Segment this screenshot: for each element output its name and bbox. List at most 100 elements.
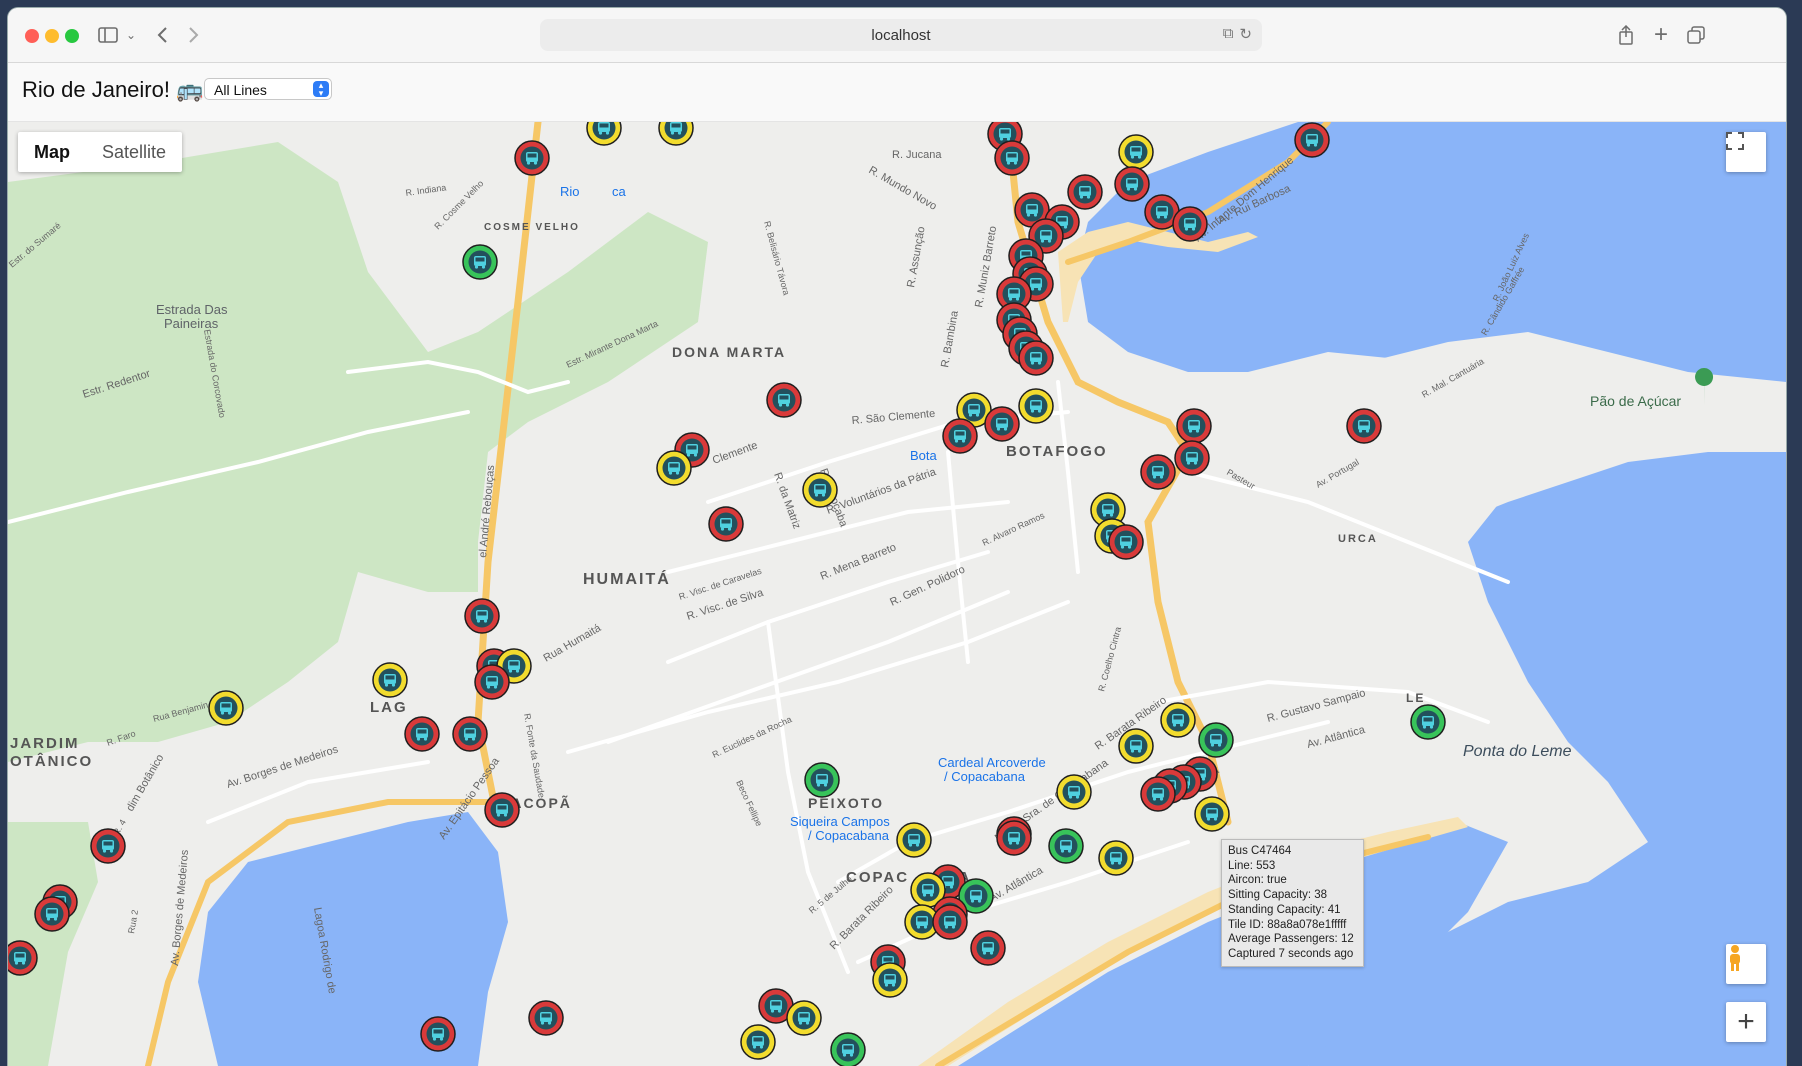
street-atlantica-3: Av. Atlântica xyxy=(1306,724,1367,751)
line-filter-value: All Lines xyxy=(214,82,267,98)
bus-marker[interactable] xyxy=(786,1000,822,1036)
tab-overview-icon[interactable] xyxy=(1686,22,1706,48)
address-bar[interactable]: localhost ⧉ ↻ xyxy=(540,19,1262,51)
street-beco-fellipe: Beco Fellipe xyxy=(734,779,764,828)
bus-marker[interactable] xyxy=(872,962,908,998)
bus-marker[interactable] xyxy=(484,792,520,828)
street-mena-barreto: R. Mena Barreto xyxy=(819,541,898,582)
bus-marker[interactable] xyxy=(474,664,510,700)
new-tab-icon[interactable]: + xyxy=(1651,21,1671,48)
bus-marker[interactable] xyxy=(896,822,932,858)
bus-marker[interactable] xyxy=(932,904,968,940)
street-5-de-julho: R. 5 de Julho xyxy=(807,874,854,916)
map-type-control: Map Satellite xyxy=(18,132,183,172)
bus-marker[interactable] xyxy=(514,140,550,176)
street-muniz-barreto: R. Muniz Barreto xyxy=(973,225,999,308)
label-urca: URCA xyxy=(1338,533,1378,545)
tooltip-line: Line: 553 xyxy=(1228,859,1276,872)
bus-marker[interactable] xyxy=(1056,774,1092,810)
tooltip-avg-passengers: Average Passengers: 12 xyxy=(1228,933,1354,946)
bus-marker[interactable] xyxy=(830,1032,866,1066)
bus-marker[interactable] xyxy=(802,472,838,508)
forward-arrow-icon[interactable] xyxy=(184,22,204,48)
bus-marker[interactable] xyxy=(656,450,692,486)
page-title: Rio de Janeiro! 🚌 xyxy=(22,77,204,102)
bus-marker[interactable] xyxy=(404,716,440,752)
zoom-window-button[interactable] xyxy=(65,29,79,43)
label-humaita: HUMAITÁ xyxy=(583,569,671,588)
reload-icon[interactable]: ↻ xyxy=(1239,25,1252,43)
line-filter-select[interactable]: All Lines ▴ ▾ xyxy=(204,78,332,100)
bus-marker[interactable] xyxy=(1114,166,1150,202)
bus-marker[interactable] xyxy=(420,1016,456,1052)
sidebar-toggle-icon[interactable] xyxy=(96,22,120,48)
fullscreen-button[interactable] xyxy=(1726,132,1766,172)
bus-marker[interactable] xyxy=(1410,704,1446,740)
zoom-in-button[interactable]: + xyxy=(1726,1002,1766,1042)
bus-marker[interactable] xyxy=(766,382,802,418)
label-siqueira-copacabana: / Copacabana xyxy=(808,828,890,843)
street-clemente: Clemente xyxy=(711,439,759,466)
map-type-map-button[interactable]: Map xyxy=(18,132,86,172)
tooltip-standing-capacity: Standing Capacity: 41 xyxy=(1228,903,1341,916)
bus-marker[interactable] xyxy=(740,1024,776,1060)
bus-marker[interactable] xyxy=(1172,206,1208,242)
street-jardim-botanico: dim Botânico xyxy=(124,752,166,813)
label-jardim: JARDIM xyxy=(10,735,80,752)
bus-marker[interactable] xyxy=(8,940,38,976)
chevron-down-icon[interactable]: ⌄ xyxy=(124,22,138,48)
bus-marker[interactable] xyxy=(1108,524,1144,560)
bus-marker[interactable] xyxy=(1118,728,1154,764)
bus-marker[interactable] xyxy=(658,122,694,146)
bus-marker[interactable] xyxy=(1018,340,1054,376)
close-window-button[interactable] xyxy=(25,29,39,43)
translate-icon[interactable]: ⧉ xyxy=(1223,25,1234,43)
bus-marker[interactable] xyxy=(804,762,840,798)
label-botanico: OTÂNICO xyxy=(10,752,93,770)
street-mundo-novo: R. Mundo Novo xyxy=(867,164,939,213)
bus-marker[interactable] xyxy=(984,406,1020,442)
map-canvas[interactable]: DONA MARTA BOTAFOGO HUMAITÁ URCA PEIXOTO… xyxy=(8,122,1786,1066)
bus-marker[interactable] xyxy=(464,598,500,634)
bus-marker[interactable] xyxy=(1198,722,1234,758)
label-ponta-do-leme: Ponta do Leme xyxy=(1463,743,1572,760)
map-type-satellite-button[interactable]: Satellite xyxy=(86,132,182,172)
bus-marker[interactable] xyxy=(452,716,488,752)
bus-marker[interactable] xyxy=(528,1000,564,1036)
street-borges-medeiros-2: Av. Borges de Medeiros xyxy=(169,849,191,966)
pegman-icon xyxy=(1730,945,1740,971)
street-view-pegman-button[interactable] xyxy=(1726,944,1766,984)
bus-marker[interactable] xyxy=(1294,122,1330,158)
bus-marker[interactable] xyxy=(1048,828,1084,864)
bus-marker[interactable] xyxy=(996,820,1032,856)
bus-marker[interactable] xyxy=(372,662,408,698)
bus-marker[interactable] xyxy=(1346,408,1382,444)
bus-marker[interactable] xyxy=(586,122,622,146)
share-icon[interactable] xyxy=(1616,22,1636,48)
bus-marker[interactable] xyxy=(970,930,1006,966)
bus-marker[interactable] xyxy=(942,418,978,454)
bus-marker[interactable] xyxy=(708,506,744,542)
minimize-window-button[interactable] xyxy=(45,29,59,43)
bus-marker[interactable] xyxy=(1176,408,1212,444)
bus-marker[interactable] xyxy=(34,896,70,932)
bus-marker[interactable] xyxy=(994,140,1030,176)
back-arrow-icon[interactable] xyxy=(152,22,172,48)
bus-marker[interactable] xyxy=(1098,840,1134,876)
bus-marker[interactable] xyxy=(1018,388,1054,424)
label-cosme-velho: COSME VELHO xyxy=(484,222,580,233)
bus-marker[interactable] xyxy=(1118,134,1154,170)
map-base: DONA MARTA BOTAFOGO HUMAITÁ URCA PEIXOTO… xyxy=(8,122,1786,1066)
bus-marker[interactable] xyxy=(208,690,244,726)
bus-marker[interactable] xyxy=(1160,702,1196,738)
bus-marker[interactable] xyxy=(462,244,498,280)
browser-toolbar: ⌄ localhost ⧉ ↻ + xyxy=(8,8,1786,63)
bus-marker[interactable] xyxy=(1140,776,1176,812)
bus-marker[interactable] xyxy=(90,828,126,864)
bus-marker[interactable] xyxy=(1140,454,1176,490)
street-sao-clemente: R. São Clemente xyxy=(851,408,935,427)
bus-marker[interactable] xyxy=(1194,796,1230,832)
lagoa-water xyxy=(198,812,508,1066)
bus-marker[interactable] xyxy=(1174,440,1210,476)
bus-marker[interactable] xyxy=(1067,174,1103,210)
